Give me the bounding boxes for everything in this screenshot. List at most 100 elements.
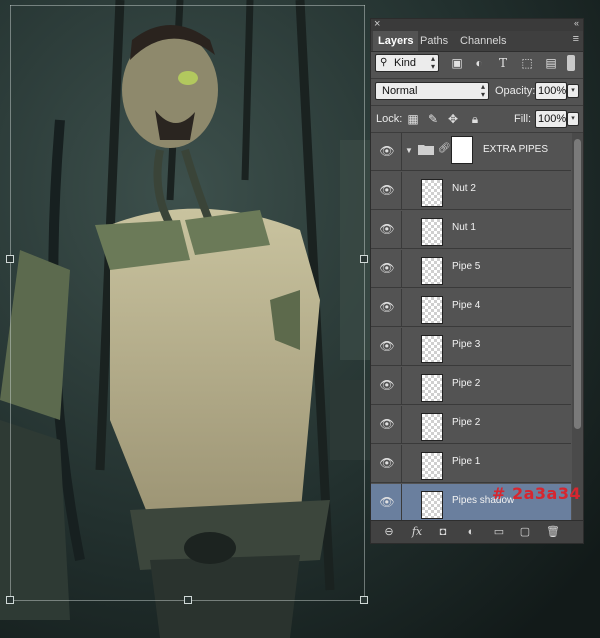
new-group-icon[interactable]: ▭ xyxy=(491,524,507,540)
transform-handle-bottom-center[interactable] xyxy=(184,596,192,604)
layer-row[interactable]: 👁︎ Pipe 4 xyxy=(371,289,571,327)
transform-box-left xyxy=(10,5,11,601)
filter-toggle-icon[interactable] xyxy=(567,55,575,71)
link-layers-icon[interactable]: ⊖ xyxy=(381,524,397,540)
blend-mode-value: Normal xyxy=(382,85,418,97)
lock-row: Lock: ▦ ✎ ✥ 🔒︎ Fill: 100% ▾ xyxy=(371,106,583,132)
smartobject-filter-icon[interactable]: ▤ xyxy=(543,55,559,71)
transform-box-right xyxy=(364,5,365,601)
layer-row[interactable]: 👁︎ Pipe 1 xyxy=(371,445,571,483)
blend-row: Normal ▴ ▾ Opacity: 100% ▾ xyxy=(371,79,583,105)
panel-tabs: Layers Paths Channels ≡ xyxy=(371,31,583,52)
layer-thumbnail xyxy=(421,218,443,246)
chevron-updown-icon: ▴ ▾ xyxy=(430,54,435,71)
lock-transparent-icon[interactable]: ▦ xyxy=(405,111,421,127)
layer-mask-thumbnail[interactable] xyxy=(451,136,473,164)
panel-menu-icon[interactable]: ≡ xyxy=(573,33,579,45)
divider xyxy=(401,367,402,405)
fill-label: Fill: xyxy=(514,113,532,125)
folder-icon xyxy=(418,145,434,155)
divider xyxy=(401,172,402,210)
layer-row[interactable]: 👁︎ Pipe 3 xyxy=(371,328,571,366)
layer-name: Pipe 3 xyxy=(452,339,481,350)
type-filter-icon[interactable]: T xyxy=(495,55,511,71)
layer-name: Nut 2 xyxy=(452,183,476,194)
filter-kind-select[interactable]: ⚲ Kind ▴ ▾ xyxy=(375,54,439,72)
lock-image-icon[interactable]: ✎ xyxy=(425,111,441,127)
layer-name: EXTRA PIPES xyxy=(483,144,549,155)
scrollbar-thumb[interactable] xyxy=(574,139,581,429)
visibility-eye-icon[interactable]: 👁︎ xyxy=(377,259,397,277)
opacity-dropdown-icon[interactable]: ▾ xyxy=(567,84,579,98)
new-layer-icon[interactable]: ▢ xyxy=(517,524,533,540)
layer-thumbnail xyxy=(421,335,443,363)
visibility-eye-icon[interactable]: 👁︎ xyxy=(377,454,397,472)
layer-thumbnail xyxy=(421,296,443,324)
layer-row[interactable]: 👁︎ Pipe 2 xyxy=(371,367,571,405)
tab-paths[interactable]: Paths xyxy=(415,31,453,51)
adjustment-filter-icon[interactable]: ◐ xyxy=(471,55,487,71)
layers-scrollbar[interactable] xyxy=(572,133,583,525)
transform-handle-bottom-right[interactable] xyxy=(360,596,368,604)
layer-row[interactable]: 👁︎ Nut 1 xyxy=(371,211,571,249)
layer-name: Pipe 2 xyxy=(452,417,481,428)
shape-filter-icon[interactable]: ⬚ xyxy=(519,55,535,71)
tab-channels[interactable]: Channels xyxy=(455,31,511,51)
layer-row[interactable]: 👁︎ Pipe 5 xyxy=(371,250,571,288)
layer-thumbnail xyxy=(421,452,443,480)
layer-row[interactable]: 👁︎ Nut 2 xyxy=(371,172,571,210)
visibility-eye-icon[interactable]: 👁︎ xyxy=(377,142,397,160)
visibility-eye-icon[interactable]: 👁︎ xyxy=(377,220,397,238)
opacity-label: Opacity: xyxy=(495,85,536,97)
fx-icon[interactable]: fx xyxy=(409,524,425,540)
divider xyxy=(401,406,402,444)
visibility-eye-icon[interactable]: 👁︎ xyxy=(377,493,397,511)
close-panel-icon[interactable]: × xyxy=(374,18,380,30)
chevron-updown-icon: ▴ ▾ xyxy=(480,82,485,99)
visibility-eye-icon[interactable]: 👁︎ xyxy=(377,376,397,394)
divider xyxy=(401,328,402,366)
tab-layers[interactable]: Layers xyxy=(373,31,419,51)
layer-row[interactable]: 👁︎ Pipe 2 xyxy=(371,406,571,444)
fill-dropdown-icon[interactable]: ▾ xyxy=(567,112,579,126)
layer-thumbnail xyxy=(421,491,443,519)
blend-mode-select[interactable]: Normal ▴ ▾ xyxy=(375,82,489,100)
add-mask-icon[interactable]: ◘ xyxy=(435,524,451,540)
divider xyxy=(401,211,402,249)
layer-thumbnail xyxy=(421,374,443,402)
transform-handle-mid-right[interactable] xyxy=(360,255,368,263)
adjustment-layer-icon[interactable]: ◐ xyxy=(463,524,479,540)
visibility-eye-icon[interactable]: 👁︎ xyxy=(377,415,397,433)
expand-caret-icon[interactable]: ▼ xyxy=(405,146,413,155)
transform-handle-mid-left[interactable] xyxy=(6,255,14,263)
lock-label: Lock: xyxy=(376,113,403,125)
opacity-input[interactable]: 100% xyxy=(535,82,567,100)
trash-icon[interactable]: 🗑 xyxy=(545,524,561,540)
opacity-value: 100% xyxy=(538,85,567,97)
layer-thumbnail xyxy=(421,257,443,285)
divider xyxy=(401,484,402,522)
fill-input[interactable]: 100% xyxy=(535,110,567,128)
image-filter-icon[interactable]: ▣ xyxy=(449,55,465,71)
divider xyxy=(401,289,402,327)
divider xyxy=(401,445,402,483)
lock-position-icon[interactable]: ✥ xyxy=(445,111,461,127)
visibility-eye-icon[interactable]: 👁︎ xyxy=(377,298,397,316)
visibility-eye-icon[interactable]: 👁︎ xyxy=(377,181,397,199)
collapse-panel-icon[interactable]: « xyxy=(574,18,579,28)
lock-all-icon[interactable]: 🔒︎ xyxy=(467,111,483,127)
layer-thumbnail xyxy=(421,413,443,441)
mask-link-icon[interactable]: 🔗︎ xyxy=(438,143,451,154)
layer-name: Nut 1 xyxy=(452,222,476,233)
layer-group-row[interactable]: 👁︎ ▼ 🔗︎ EXTRA PIPES xyxy=(371,133,571,171)
filter-row: ⚲ Kind ▴ ▾ ▣ ◐ T ⬚ ▤ xyxy=(371,52,583,78)
transform-handle-bottom-left[interactable] xyxy=(6,596,14,604)
divider xyxy=(401,133,402,171)
transform-box-top xyxy=(10,5,365,6)
visibility-eye-icon[interactable]: 👁︎ xyxy=(377,337,397,355)
panel-titlebar: × « xyxy=(371,18,583,31)
fill-value: 100% xyxy=(538,113,567,125)
panel-footer: ⊖ fx ◘ ◐ ▭ ▢ 🗑 xyxy=(371,520,583,543)
filter-kind-value: Kind xyxy=(394,57,417,69)
hex-color-annotation: # 2a3a34 xyxy=(492,484,582,503)
